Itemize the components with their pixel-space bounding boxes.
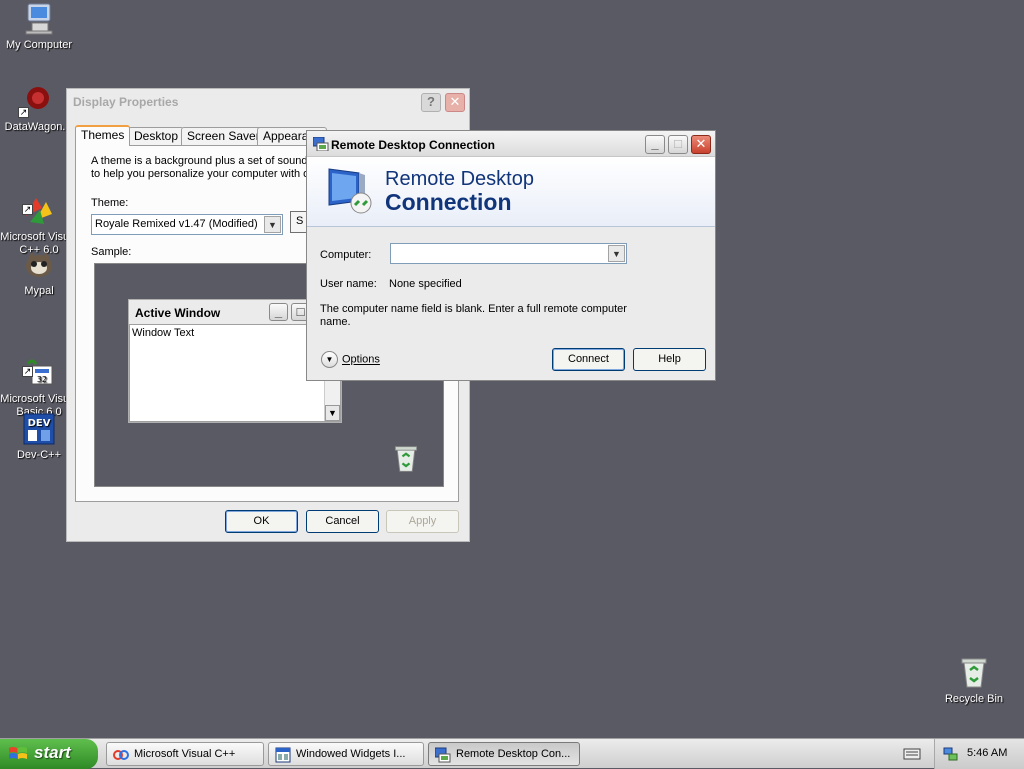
shortcut-arrow-icon: ↗ xyxy=(22,204,33,215)
options-toggle[interactable]: ▼ Options xyxy=(321,351,380,368)
sample-window-text: Window Text xyxy=(132,327,195,339)
remote-desktop-window: Remote Desktop Connection _ □ ✕ Remote D… xyxy=(306,130,716,381)
windows-logo-icon xyxy=(8,745,28,763)
clock[interactable]: 5:46 AM xyxy=(967,747,1007,759)
taskbar-button-label: Remote Desktop Con... xyxy=(456,748,571,760)
minimize-icon: _ xyxy=(269,303,288,321)
mypal-icon xyxy=(22,248,56,282)
svg-text:32: 32 xyxy=(37,375,47,384)
network-icon[interactable] xyxy=(943,746,959,765)
tab-desktop[interactable]: Desktop xyxy=(128,127,185,145)
rdc-icon xyxy=(312,136,329,152)
desktop-icon-my-computer[interactable]: My Computer xyxy=(0,2,78,52)
theme-dropdown-value: Royale Remixed v1.47 (Modified) xyxy=(95,218,258,230)
shortcut-arrow-icon: ↗ xyxy=(18,107,29,118)
taskbar-button-remote-desktop[interactable]: Remote Desktop Con... xyxy=(428,742,580,766)
help-caption-button[interactable]: ? xyxy=(421,93,441,112)
computer-blank-note: The computer name field is blank. Enter … xyxy=(320,303,627,328)
dev-cpp-icon: DEV xyxy=(22,412,56,446)
window-title: Display Properties xyxy=(73,95,179,109)
rdc-icon xyxy=(434,747,451,763)
help-button[interactable]: Help xyxy=(633,348,706,371)
keyboard-icon[interactable] xyxy=(903,747,921,764)
computer-label: Computer: xyxy=(320,249,372,261)
start-button[interactable]: start xyxy=(0,739,98,769)
desktop-icon-label: DataWagon. xyxy=(4,121,66,133)
desktop-icon-datawagon[interactable]: ↗ DataWagon. xyxy=(0,84,74,134)
username-label: User name: xyxy=(320,278,377,290)
maximize-button[interactable]: □ xyxy=(668,135,688,154)
desktop-icon-label: My Computer xyxy=(5,39,73,51)
svg-text:DEV: DEV xyxy=(28,418,51,429)
window-icon xyxy=(275,747,291,763)
theme-label: Theme: xyxy=(91,197,129,209)
sample-label: Sample: xyxy=(91,246,132,258)
desktop-icon-recycle-bin[interactable]: Recycle Bin xyxy=(935,656,1013,706)
visual-cpp-icon: ↗ xyxy=(22,181,56,224)
apply-button[interactable]: Apply xyxy=(386,510,459,533)
sample-window-title: Active Window xyxy=(135,306,221,320)
recycle-bin-icon xyxy=(391,444,421,477)
computer-combobox[interactable]: ▼ xyxy=(390,243,627,264)
visual-cpp-icon xyxy=(113,747,129,763)
expand-options-icon: ▼ xyxy=(321,351,338,368)
tab-screen-saver[interactable]: Screen Saver xyxy=(181,127,266,145)
my-computer-icon xyxy=(22,2,56,36)
taskbar-button-windowed-widgets[interactable]: Windowed Widgets I... xyxy=(268,742,424,766)
desktop-icon-label: Mypal xyxy=(24,285,54,297)
desktop-icon-label: Dev-C++ xyxy=(16,449,62,461)
recycle-bin-icon xyxy=(957,656,991,690)
system-tray: 5:46 AM xyxy=(934,739,1024,769)
rdc-banner: Remote Desktop Connection xyxy=(307,157,715,227)
banner-title-line2: Connection xyxy=(385,189,512,215)
datawagon-icon: ↗ xyxy=(18,84,52,118)
taskbar-button-visual-cpp[interactable]: Microsoft Visual C++ xyxy=(106,742,264,766)
shortcut-arrow-icon: ↗ xyxy=(22,366,33,377)
close-button[interactable]: ✕ xyxy=(691,135,711,154)
options-label: Options xyxy=(342,353,380,366)
username-value: None specified xyxy=(389,278,462,290)
tab-themes[interactable]: Themes xyxy=(75,125,131,146)
connect-button[interactable]: Connect xyxy=(552,348,625,371)
window-title: Remote Desktop Connection xyxy=(331,138,496,152)
taskbar-button-label: Microsoft Visual C++ xyxy=(134,748,236,760)
ok-button[interactable]: OK xyxy=(225,510,298,533)
minimize-button[interactable]: _ xyxy=(645,135,665,154)
display-properties-titlebar[interactable]: Display Properties ? ✕ xyxy=(67,89,469,115)
start-label: start xyxy=(34,743,71,762)
chevron-down-icon[interactable]: ▼ xyxy=(264,216,281,233)
visual-basic-icon: 32 ↗ xyxy=(22,343,56,385)
taskbar: start Microsoft Visual C++ Windowed Widg… xyxy=(0,738,1024,769)
banner-title-line1: Remote Desktop xyxy=(385,168,534,190)
theme-description: A theme is a background plus a set of so… xyxy=(91,155,313,180)
rdc-monitor-icon xyxy=(325,165,377,217)
chevron-down-icon[interactable]: ▼ xyxy=(608,245,625,262)
desktop-icon-label: Recycle Bin xyxy=(944,693,1004,705)
taskbar-button-label: Windowed Widgets I... xyxy=(296,748,406,760)
close-caption-button[interactable]: ✕ xyxy=(445,93,465,112)
cancel-button[interactable]: Cancel xyxy=(306,510,379,533)
remote-desktop-titlebar[interactable]: Remote Desktop Connection _ □ ✕ xyxy=(307,131,715,157)
theme-dropdown[interactable]: Royale Remixed v1.47 (Modified) ▼ xyxy=(91,214,283,235)
scroll-down-icon: ▼ xyxy=(325,405,340,421)
